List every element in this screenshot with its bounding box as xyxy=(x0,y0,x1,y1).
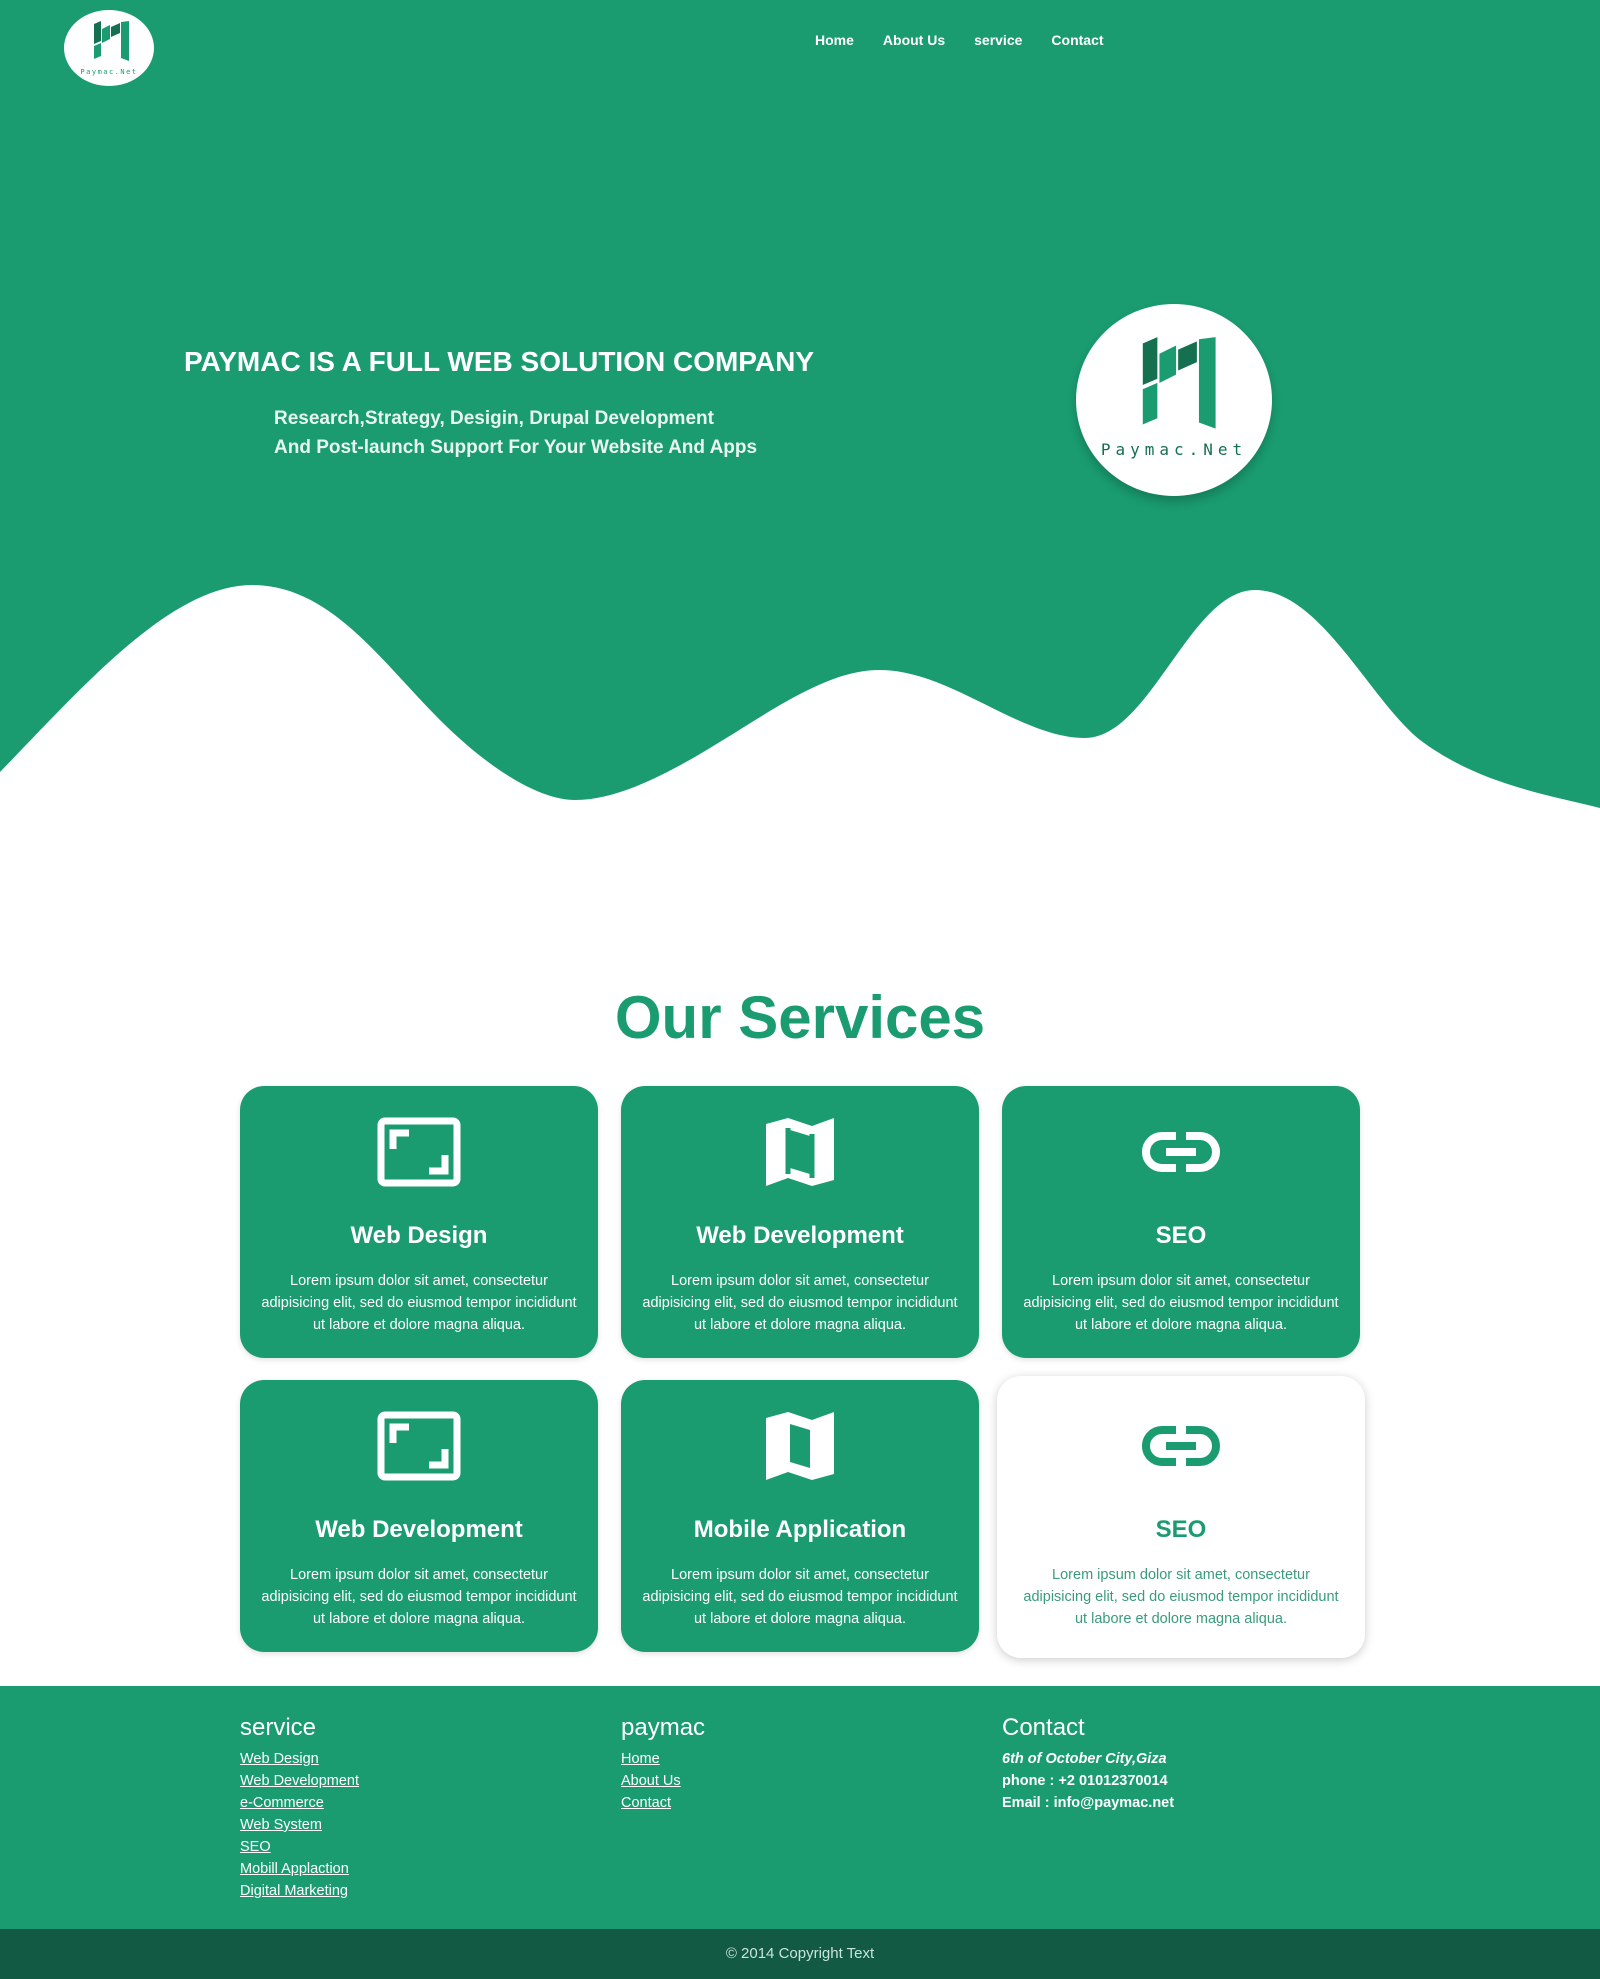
footer-contact-column: Contact 6th of October City,Giza phone :… xyxy=(1002,1714,1174,1814)
logo-text: Paymac.Net xyxy=(80,67,138,76)
frame-icon xyxy=(240,1116,598,1188)
service-card-hovered[interactable]: SEO Lorem ipsum dolor sit amet, consecte… xyxy=(997,1376,1365,1658)
card-title: Web Development xyxy=(315,1516,523,1543)
paymac-logo-icon xyxy=(1142,336,1216,429)
nav-about-us[interactable]: About Us xyxy=(883,32,945,48)
card-text: Lorem ipsum dolor sit amet, consectetur … xyxy=(642,1273,958,1333)
map-icon xyxy=(621,1410,979,1482)
service-card[interactable]: Mobile Application Lorem ipsum dolor sit… xyxy=(621,1380,979,1652)
card-text: Lorem ipsum dolor sit amet, consectetur … xyxy=(1023,1273,1339,1333)
hero-subtitle: Research,Strategy, Desigin, Drupal Devel… xyxy=(274,404,757,462)
service-card[interactable]: Web Development Lorem ipsum dolor sit am… xyxy=(621,1086,979,1358)
service-card[interactable]: SEO Lorem ipsum dolor sit amet, consecte… xyxy=(1002,1086,1360,1358)
nav-service[interactable]: service xyxy=(974,32,1022,48)
service-card[interactable]: Web Development Lorem ipsum dolor sit am… xyxy=(240,1380,598,1652)
footer-link[interactable]: Digital Marketing xyxy=(240,1880,359,1902)
hero-logo: Paymac.Net xyxy=(1076,304,1272,496)
card-text: Lorem ipsum dolor sit amet, consectetur … xyxy=(261,1273,577,1333)
card-title: SEO xyxy=(1155,1222,1207,1249)
footer-link[interactable]: Web Design xyxy=(240,1748,359,1770)
footer-email: Email : info@paymac.net xyxy=(1002,1795,1175,1811)
footer-paymac-column: paymac Home About Us Contact xyxy=(621,1714,705,1814)
footer-link[interactable]: SEO xyxy=(240,1836,359,1858)
footer-link[interactable]: Contact xyxy=(621,1792,705,1814)
footer-contact-heading: Contact xyxy=(1002,1714,1085,1741)
card-title: Mobile Application xyxy=(693,1516,907,1543)
main-nav: Home About Us service Contact xyxy=(815,32,1133,48)
card-text: Lorem ipsum dolor sit amet, consectetur … xyxy=(261,1567,577,1627)
footer-link[interactable]: Home xyxy=(621,1748,705,1770)
hero-wave-background xyxy=(0,0,1600,810)
card-title: Web Development xyxy=(696,1222,904,1249)
footer-link[interactable]: Web System xyxy=(240,1814,359,1836)
nav-contact[interactable]: Contact xyxy=(1051,32,1103,48)
logo-text: Paymac.Net xyxy=(1100,439,1248,459)
footer-service-heading: service xyxy=(240,1714,317,1741)
header-logo[interactable]: Paymac.Net xyxy=(64,10,154,86)
services-title: Our Services xyxy=(614,984,986,1051)
footer-service-column: service Web Design Web Development e-Com… xyxy=(240,1714,359,1902)
footer-link[interactable]: Mobill Applaction xyxy=(240,1858,359,1880)
footer-address: 6th of October City,Giza xyxy=(1002,1751,1167,1767)
footer-phone: phone : +2 01012370014 xyxy=(1002,1773,1168,1789)
paymac-logo-icon xyxy=(94,20,129,61)
card-title: SEO xyxy=(1155,1516,1207,1543)
footer-link[interactable]: About Us xyxy=(621,1770,705,1792)
hero-subtitle-line1: Research,Strategy, Desigin, Drupal Devel… xyxy=(274,408,714,429)
link-icon xyxy=(1002,1116,1360,1188)
service-card[interactable]: Web Design Lorem ipsum dolor sit amet, c… xyxy=(240,1086,598,1358)
frame-icon xyxy=(240,1410,598,1482)
card-text: Lorem ipsum dolor sit amet, consectetur … xyxy=(1023,1567,1339,1627)
footer-link[interactable]: Web Development xyxy=(240,1770,359,1792)
hero-title: PAYMAC IS A FULL WEB SOLUTION COMPANY xyxy=(184,346,815,377)
nav-home[interactable]: Home xyxy=(815,32,854,48)
footer-link[interactable]: e-Commerce xyxy=(240,1792,359,1814)
map-icon xyxy=(621,1116,979,1188)
card-text: Lorem ipsum dolor sit amet, consectetur … xyxy=(642,1567,958,1627)
copyright-bar: © 2014 Copyright Text xyxy=(0,1929,1600,1979)
footer: service Web Design Web Development e-Com… xyxy=(0,1686,1600,1929)
footer-paymac-heading: paymac xyxy=(621,1714,706,1741)
hero-subtitle-line2: And Post-launch Support For Your Website… xyxy=(274,437,758,458)
card-title: Web Design xyxy=(350,1222,488,1249)
hero-section: Paymac.Net Home About Us service Contact… xyxy=(0,0,1600,810)
link-icon xyxy=(997,1410,1365,1482)
